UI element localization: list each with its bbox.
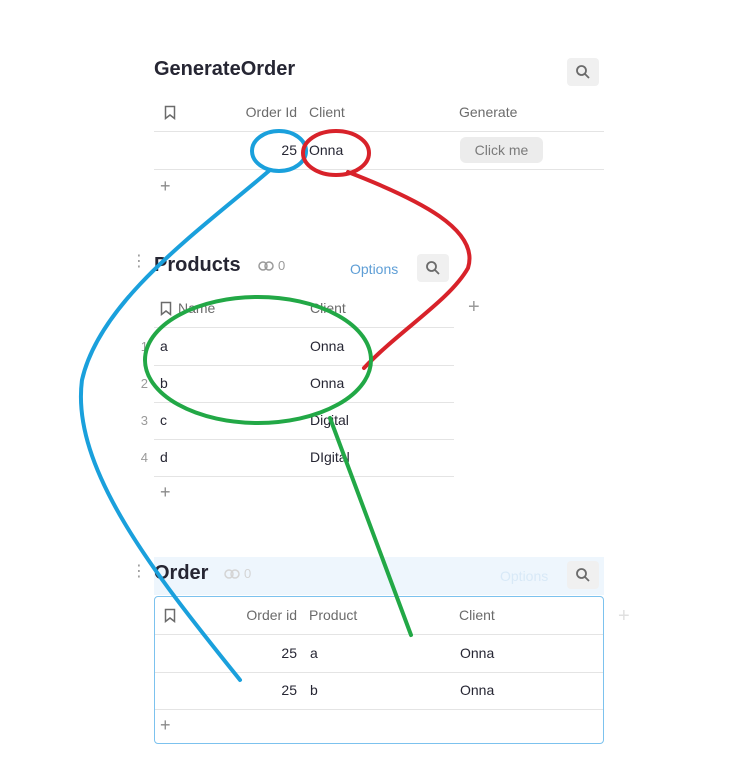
- click-me-button[interactable]: Click me: [460, 137, 543, 163]
- table-row[interactable]: 25 Onna Click me: [154, 132, 604, 170]
- add-row-button[interactable]: +: [160, 482, 171, 503]
- bookmark-icon[interactable]: [164, 105, 176, 120]
- bookmark-icon[interactable]: [160, 301, 172, 316]
- table-row[interactable]: 25 b Onna: [155, 672, 603, 710]
- row-number: 3: [140, 413, 148, 428]
- products-widget: ⋮ Products 0 Options + Name Client 1 a O…: [0, 240, 736, 510]
- search-icon: [426, 261, 440, 275]
- table-row[interactable]: 4 d DIgital: [141, 439, 454, 477]
- col-header-order-id[interactable]: Order Id: [214, 94, 297, 131]
- search-icon: [576, 568, 590, 582]
- table-row[interactable]: 25 a Onna: [155, 635, 603, 673]
- col-header-product[interactable]: Product: [309, 597, 357, 634]
- cell-client[interactable]: Onna: [310, 328, 344, 365]
- order-options-link[interactable]: Options: [500, 568, 548, 584]
- products-search-button[interactable]: [417, 254, 449, 282]
- link-count: 0: [278, 258, 286, 273]
- generate-order-search-button[interactable]: [567, 58, 599, 86]
- col-header-client[interactable]: Client: [310, 290, 346, 327]
- cell-name[interactable]: d: [160, 439, 168, 476]
- cell-client[interactable]: DIgital: [310, 439, 350, 476]
- cell-client[interactable]: Digital: [310, 402, 349, 439]
- header-row: Order id Product Client: [155, 597, 603, 635]
- products-title: Products: [154, 254, 241, 276]
- cell-product[interactable]: b: [310, 672, 318, 709]
- header-row: Name Client: [154, 290, 454, 328]
- table-row[interactable]: 1 a Onna: [141, 328, 454, 366]
- products-options-link[interactable]: Options: [350, 261, 398, 277]
- search-icon: [576, 65, 590, 79]
- cell-name[interactable]: a: [160, 328, 168, 365]
- col-header-name[interactable]: Name: [178, 290, 215, 327]
- cell-name[interactable]: c: [160, 402, 167, 439]
- drag-handle-icon[interactable]: ⋮: [131, 254, 147, 270]
- bookmark-icon[interactable]: [164, 608, 176, 623]
- cell-client[interactable]: Onna: [310, 365, 344, 402]
- cell-order-id[interactable]: 25: [214, 132, 297, 169]
- link-count: 0: [244, 566, 252, 581]
- order-search-button[interactable]: [567, 561, 599, 589]
- header-row: Order Id Client Generate: [154, 94, 604, 132]
- row-number: 4: [140, 450, 148, 465]
- col-header-generate[interactable]: Generate: [459, 94, 517, 131]
- cell-order-id[interactable]: 25: [215, 635, 297, 672]
- add-column-button[interactable]: +: [618, 605, 630, 628]
- table-row[interactable]: 2 b Onna: [141, 365, 454, 403]
- generate-order-widget: GenerateOrder Order Id Client Generate 2…: [0, 0, 736, 220]
- order-widget: ⋮ Order 0 Options + Order id Product Cli…: [0, 550, 736, 750]
- order-title: Order: [154, 562, 209, 584]
- cell-client[interactable]: Onna: [460, 672, 494, 709]
- order-link-badge[interactable]: 0: [224, 566, 251, 581]
- drag-handle-icon[interactable]: ⋮: [131, 564, 147, 580]
- cell-name[interactable]: b: [160, 365, 168, 402]
- row-number: 2: [140, 376, 148, 391]
- cell-client[interactable]: Onna: [309, 132, 343, 169]
- row-number: 1: [140, 339, 148, 354]
- cell-order-id[interactable]: 25: [215, 672, 297, 709]
- generate-order-title: GenerateOrder: [154, 58, 296, 80]
- cell-client[interactable]: Onna: [460, 635, 494, 672]
- cell-product[interactable]: a: [310, 635, 318, 672]
- link-icon: [258, 260, 274, 271]
- products-link-badge[interactable]: 0: [258, 258, 285, 273]
- link-icon: [224, 568, 240, 579]
- col-header-order-id[interactable]: Order id: [215, 597, 297, 634]
- add-column-button[interactable]: +: [468, 296, 480, 319]
- add-row-button[interactable]: +: [160, 176, 171, 197]
- table-row[interactable]: 3 c Digital: [141, 402, 454, 440]
- col-header-client[interactable]: Client: [459, 597, 495, 634]
- add-row-button[interactable]: +: [160, 715, 171, 736]
- col-header-client[interactable]: Client: [309, 94, 345, 131]
